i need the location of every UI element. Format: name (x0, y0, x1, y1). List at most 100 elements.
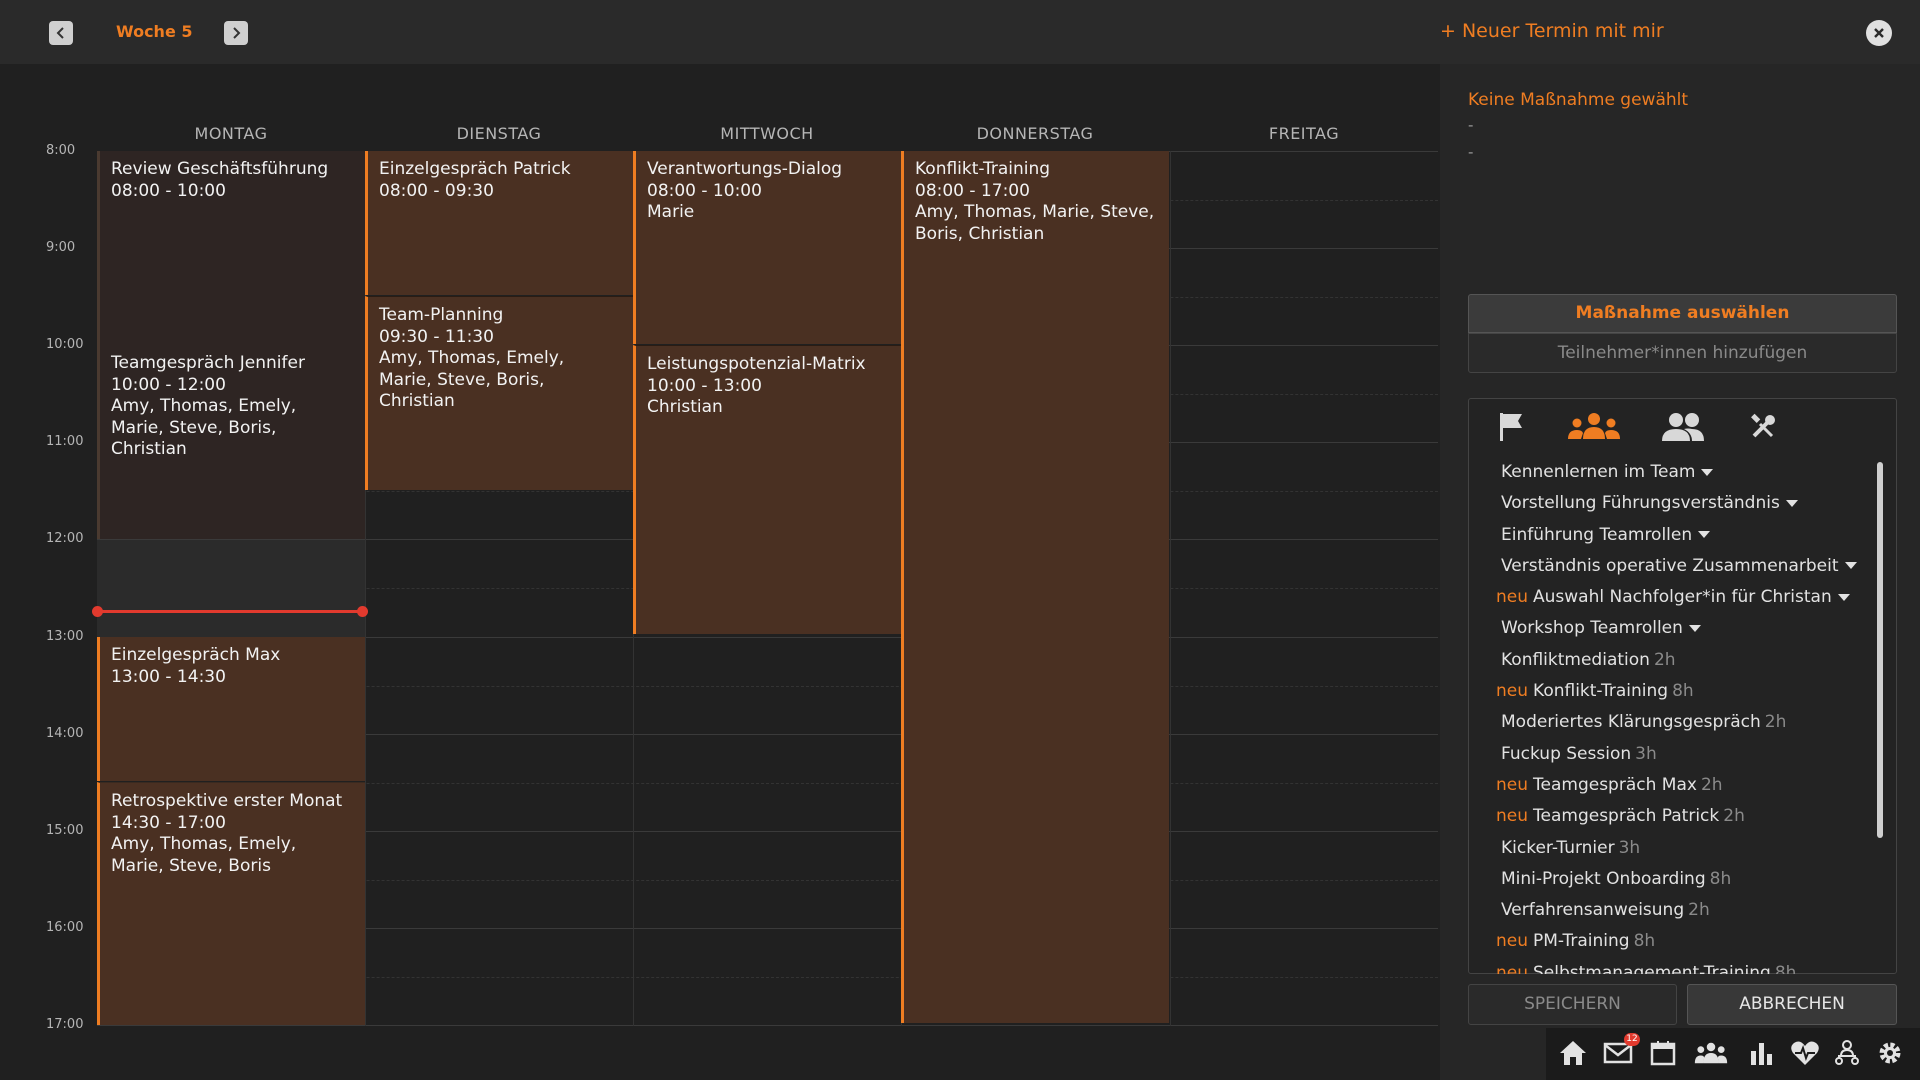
measure-duration: 8h (1709, 868, 1732, 889)
time-label: 10:00 (46, 337, 84, 352)
new-badge: neu (1496, 774, 1529, 795)
lunch-block (97, 540, 365, 637)
measure-duration: 8h (1774, 962, 1797, 974)
new-badge: neu (1496, 587, 1529, 608)
measure-label: Einführung Teamrollen (1501, 524, 1693, 545)
time-label: 9:00 (46, 240, 76, 255)
chevron-right-icon (233, 27, 241, 39)
list-scrollbar[interactable] (1877, 462, 1883, 838)
day-header-dienstag: DIENSTAG (456, 124, 542, 143)
measure-label: Workshop Teamrollen (1501, 618, 1683, 639)
event-time: 09:30 - 11:30 (379, 326, 494, 347)
event-verantwortungs-dialog[interactable]: Verantwortungs-Dialog 08:00 - 10:00 Mari… (633, 151, 901, 344)
caret-down-icon (1844, 562, 1857, 570)
list-item[interactable]: Moderiertes Klärungsgespräch 2h (1496, 712, 1876, 743)
measure-duration: 2h (1653, 649, 1676, 670)
event-title: Verantwortungs-Dialog (647, 159, 843, 179)
cancel-button[interactable]: ABBRECHEN (1687, 984, 1897, 1025)
settings-icon[interactable] (1873, 1036, 1907, 1070)
list-item[interactable]: Einführung Teamrollen (1496, 525, 1876, 556)
measure-detail: - (1468, 116, 1474, 134)
time-label: 8:00 (46, 143, 76, 158)
event-retrospektive-erster-monat[interactable]: Retrospektive erster Monat 14:30 - 17:00… (97, 782, 365, 1025)
people-icon[interactable] (1660, 410, 1706, 444)
list-item[interactable]: Workshop Teamrollen (1496, 618, 1876, 649)
hour-line (97, 1025, 1438, 1026)
selected-measure-title: Keine Maßnahme gewählt (1468, 90, 1689, 110)
day-header-montag: MONTAG (194, 124, 268, 143)
save-button[interactable]: SPEICHERN (1468, 984, 1677, 1025)
list-item[interactable]: neu Auswahl Nachfolger*in für Christan (1496, 587, 1876, 618)
measure-duration: 2h (1688, 900, 1710, 921)
current-time-dot (357, 606, 368, 617)
list-item[interactable]: neu PM-Training 8h (1496, 931, 1876, 962)
home-icon[interactable] (1556, 1036, 1590, 1070)
new-appointment-button[interactable]: + Neuer Termin mit mir (1440, 20, 1664, 42)
list-item[interactable]: Fuckup Session 3h (1496, 744, 1876, 775)
event-konflikt-training[interactable]: Konflikt-Training 08:00 - 17:00 Amy, Tho… (901, 151, 1169, 1023)
new-badge: neu (1496, 931, 1529, 952)
chevron-left-icon (56, 27, 64, 39)
time-label: 15:00 (46, 823, 84, 838)
event-teamgespraech-jennifer[interactable]: Teamgespräch Jennifer 10:00 - 12:00 Amy,… (97, 345, 365, 539)
event-review-geschaeftsfuehrung[interactable]: Review Geschäftsführung 08:00 - 10:00 (97, 151, 365, 345)
event-team-planning[interactable]: Team-Planning 09:30 - 11:30 Amy, Thomas,… (365, 296, 633, 490)
list-item[interactable]: neu Selbstmanagement-Training 8h (1496, 963, 1876, 974)
measure-duration: 2h (1700, 774, 1723, 795)
list-item[interactable]: Kennenlernen im Team (1496, 462, 1876, 493)
top-bar: Woche 5 + Neuer Termin mit mir (0, 0, 1920, 64)
measure-label: Kennenlernen im Team (1501, 462, 1696, 482)
event-einzelgespraech-max[interactable]: Einzelgespräch Max 13:00 - 14:30 (97, 637, 365, 781)
next-week-button[interactable] (224, 21, 248, 45)
event-leistungspotenzial-matrix[interactable]: Leistungspotenzial-Matrix 10:00 - 13:00 … (633, 345, 901, 634)
list-item[interactable]: Vorstellung Führungsverständnis (1496, 493, 1876, 524)
measure-duration: 8h (1672, 681, 1694, 702)
list-item[interactable]: Mini-Projekt Onboarding 8h (1496, 869, 1876, 900)
tools-icon[interactable] (1748, 410, 1778, 444)
health-icon[interactable] (1788, 1036, 1822, 1070)
list-item[interactable]: Verständnis operative Zusammenarbeit (1496, 556, 1876, 587)
caret-down-icon (1785, 499, 1798, 507)
event-title: Team-Planning (379, 305, 504, 325)
new-badge: neu (1496, 962, 1529, 974)
event-time: 14:30 - 17:00 (111, 812, 226, 833)
previous-week-button[interactable] (49, 21, 73, 45)
event-title: Einzelgespräch Max (111, 645, 281, 665)
event-participants: Amy, Thomas, Marie, Steve, Boris, Christ… (915, 202, 1155, 244)
time-label: 16:00 (46, 920, 84, 935)
list-item[interactable]: Verfahrensanweisung 2h (1496, 900, 1876, 931)
measure-label: Fuckup Session (1501, 743, 1632, 764)
list-item[interactable]: neu Konflikt-Training 8h (1496, 681, 1876, 712)
add-participants-button[interactable]: Teilnehmer*innen hinzufügen (1468, 333, 1897, 373)
team-icon[interactable] (1564, 410, 1624, 444)
new-badge: neu (1496, 681, 1529, 702)
measure-duration: 3h (1635, 743, 1657, 764)
select-measure-button[interactable]: Maßnahme auswählen (1468, 294, 1897, 333)
measure-detail: - (1468, 143, 1474, 161)
flag-icon[interactable] (1498, 410, 1524, 444)
event-title: Review Geschäftsführung (111, 159, 329, 179)
measure-label: Auswahl Nachfolger*in für Christan (1533, 587, 1832, 608)
event-time: 08:00 - 17:00 (915, 180, 1030, 201)
measure-label: Verständnis operative Zusammenarbeit (1501, 555, 1839, 576)
list-item[interactable]: neu Teamgespräch Patrick 2h (1496, 806, 1876, 837)
measure-label: Teamgespräch Max (1533, 774, 1697, 795)
column-divider (1170, 151, 1171, 1026)
list-item[interactable]: neu Teamgespräch Max 2h (1496, 775, 1876, 806)
measure-duration: 8h (1633, 931, 1656, 952)
org-icon[interactable] (1830, 1036, 1864, 1070)
chart-icon[interactable] (1745, 1036, 1779, 1070)
event-time: 08:00 - 09:30 (379, 180, 494, 201)
list-item[interactable]: Konfliktmediation 2h (1496, 650, 1876, 681)
mail-badge: 12 (1624, 1033, 1640, 1046)
list-item[interactable]: Kicker-Turnier 3h (1496, 838, 1876, 869)
close-button[interactable] (1866, 20, 1892, 46)
measure-label: Konflikt-Training (1533, 681, 1669, 702)
event-einzelgespraech-patrick[interactable]: Einzelgespräch Patrick 08:00 - 09:30 (365, 151, 633, 295)
event-time: 10:00 - 13:00 (647, 375, 762, 396)
calendar-icon[interactable] (1646, 1036, 1680, 1070)
measure-duration: 2h (1764, 712, 1787, 733)
team-icon[interactable] (1694, 1036, 1728, 1070)
close-icon (1874, 28, 1884, 38)
event-participants: Christian (647, 397, 723, 417)
